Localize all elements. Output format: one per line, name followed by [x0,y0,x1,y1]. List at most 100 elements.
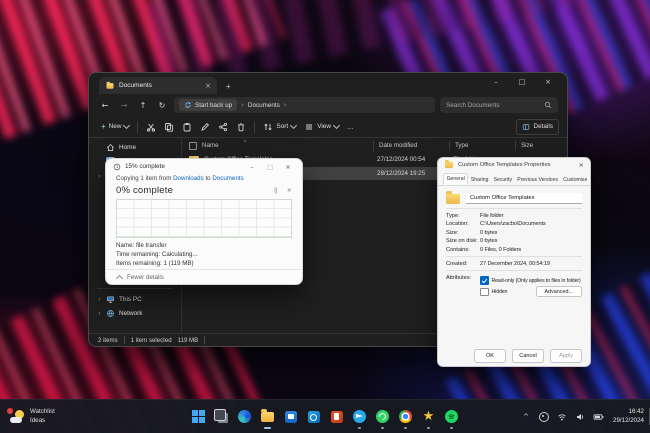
more-options-button[interactable]: … [343,123,357,131]
up-button[interactable]: ↑ [136,101,150,110]
close-button[interactable]: × [535,73,561,91]
breadcrumb-documents[interactable]: Documents [248,102,280,109]
advanced-button[interactable]: Advanced... [536,286,582,297]
copy-description: Copying 1 item from Downloads to Documen… [116,175,292,182]
expand-chevron-icon[interactable]: › [97,296,102,303]
column-header-date-modified[interactable]: Date modified [373,141,449,151]
chevron-down-icon [123,122,130,129]
file-explorer-button[interactable] [259,408,276,425]
new-tab-button[interactable]: + [226,82,231,91]
explorer-titlebar[interactable]: Documents × + – □ × [89,73,567,94]
sidebar-item-this-pc[interactable]: › This PC [89,292,181,307]
this-pc-icon [106,295,115,304]
minimize-button[interactable]: – [483,73,509,91]
tray-app-icon[interactable] [538,411,550,423]
readonly-checkbox[interactable] [480,276,489,285]
maximize-button[interactable]: □ [263,163,277,171]
battery-icon[interactable] [592,411,604,423]
selection-size: 119 MB [178,337,199,344]
network-icon [106,309,115,318]
fewer-details-button[interactable]: Fewer details [106,269,302,284]
tab-general[interactable]: General [443,173,468,185]
sort-icon [263,122,273,132]
transfer-speed-graph [116,199,292,238]
column-header-type[interactable]: Type [449,141,515,151]
tab-customise[interactable]: Customise [561,175,590,185]
search-input[interactable]: Search Documents [440,97,558,113]
minimize-button[interactable]: – [245,163,259,171]
expand-chevron-icon[interactable]: › [97,173,102,180]
folder-name-field[interactable]: Custom Office Templates [466,193,582,204]
folder-icon [446,194,460,204]
tab-close-icon[interactable]: × [205,82,211,90]
chrome-button[interactable] [397,408,414,425]
properties-tabs: General Sharing Security Previous Versio… [438,172,590,186]
maximize-button[interactable]: □ [509,73,535,91]
whatsapp-button[interactable] [374,408,391,425]
downloads-link[interactable]: Downloads [173,175,204,182]
new-button[interactable]: + New [97,122,133,131]
sort-button[interactable]: Sort [259,122,300,132]
hidden-icons-chevron[interactable]: ^ [520,411,532,423]
outlook-button[interactable] [305,408,322,425]
widgets-button[interactable]: Watchlist Ideas [10,400,55,433]
wifi-icon[interactable] [556,411,568,423]
telegram-button[interactable] [351,408,368,425]
paste-button[interactable] [178,122,196,132]
office-app-button[interactable] [328,408,345,425]
star-icon: ★ [423,410,435,423]
desktop: Documents × + – □ × ← → ↑ ↻ Start back u… [0,0,650,433]
sidebar-item-home[interactable]: Home [89,140,181,155]
properties-footer: OK Cancel Apply [438,345,590,366]
rename-button[interactable] [196,122,214,132]
apply-button[interactable]: Apply [550,349,582,363]
cancel-copy-button[interactable]: × [287,187,292,194]
pause-button[interactable]: || [274,188,278,194]
clock[interactable]: 16:42 29/12/2024 [613,408,644,425]
details-toggle-button[interactable]: Details [516,119,559,135]
copy-button[interactable] [160,122,178,132]
refresh-button[interactable]: ↻ [155,101,169,110]
forward-button[interactable]: → [117,101,131,110]
column-header-size[interactable]: Size [515,141,567,151]
start-button[interactable] [190,408,207,425]
hidden-checkbox[interactable] [480,288,489,297]
share-button[interactable] [214,122,232,132]
edge-icon [238,410,251,423]
view-button[interactable]: View [300,122,343,132]
window-controls: – □ × [483,73,561,91]
tab-security[interactable]: Security [491,175,515,185]
tab-previous-versions[interactable]: Previous Versions [515,175,561,185]
volume-icon[interactable] [574,411,586,423]
microsoft-store-button[interactable] [282,408,299,425]
copy-dialog-titlebar[interactable]: 15% complete – □ × [106,159,302,174]
star-app-button[interactable]: ★ [420,408,437,425]
properties-title: Custom Office Templates Properties [458,162,575,168]
close-button[interactable]: × [579,161,584,169]
delete-button[interactable] [232,122,250,132]
documents-link[interactable]: Documents [212,175,243,182]
select-all-checkbox[interactable] [189,142,197,150]
task-view-button[interactable] [213,408,230,425]
edge-button[interactable] [236,408,253,425]
hidden-label: Hidden [492,289,508,295]
spotify-button[interactable] [443,408,460,425]
ok-button[interactable]: OK [474,349,506,363]
cut-button[interactable] [142,122,160,132]
back-button[interactable]: ← [98,101,112,110]
whatsapp-icon [376,410,389,423]
search-placeholder: Search Documents [446,102,500,109]
properties-titlebar[interactable]: Custom Office Templates Properties × [438,158,590,172]
address-bar[interactable]: Start back up › Documents › [174,97,435,113]
size-value: 0 bytes [480,230,582,236]
tab-title: Documents [119,82,201,89]
column-header-name[interactable]: Name ^ [182,142,373,150]
cancel-button[interactable]: Cancel [512,349,544,363]
expand-chevron-icon[interactable]: › [97,310,102,317]
sidebar-item-network[interactable]: › Network [89,307,181,322]
tab-sharing[interactable]: Sharing [468,175,491,185]
readonly-label: Read-only (Only applies to files in fold… [492,278,581,284]
explorer-tab-documents[interactable]: Documents × [99,77,217,94]
close-button[interactable]: × [281,163,295,171]
start-backup-button[interactable]: Start back up [179,99,237,111]
